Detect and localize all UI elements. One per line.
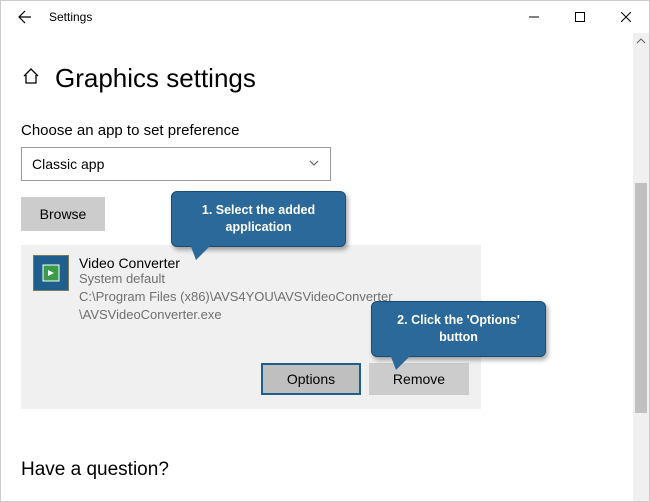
callout-tail-icon bbox=[190, 244, 212, 260]
close-icon bbox=[621, 12, 631, 22]
choose-app-label: Choose an app to set preference bbox=[21, 122, 613, 139]
have-a-question-heading: Have a question? bbox=[21, 459, 613, 481]
back-arrow-icon bbox=[17, 9, 33, 25]
scroll-up-button[interactable] bbox=[633, 33, 649, 49]
page-header: Graphics settings bbox=[21, 63, 613, 94]
app-default-text: System default bbox=[79, 271, 469, 286]
app-name: Video Converter bbox=[79, 255, 469, 271]
maximize-icon bbox=[575, 12, 585, 22]
instruction-callout-1: 1. Select the added application bbox=[171, 191, 346, 247]
chevron-down-icon bbox=[308, 156, 320, 172]
instruction-callout-2: 2. Click the 'Options' button bbox=[371, 301, 546, 357]
titlebar: Settings bbox=[1, 1, 649, 33]
maximize-button[interactable] bbox=[557, 1, 603, 33]
browse-button[interactable]: Browse bbox=[21, 197, 105, 231]
app-icon bbox=[33, 255, 69, 291]
back-button[interactable] bbox=[5, 1, 45, 33]
callout-tail-icon bbox=[390, 354, 412, 370]
minimize-icon bbox=[529, 12, 539, 22]
dropdown-value: Classic app bbox=[32, 156, 104, 172]
vertical-scrollbar[interactable] bbox=[633, 33, 649, 501]
window-controls bbox=[511, 1, 649, 33]
close-button[interactable] bbox=[603, 1, 649, 33]
options-button[interactable]: Options bbox=[261, 363, 361, 395]
app-type-dropdown[interactable]: Classic app bbox=[21, 147, 331, 181]
chevron-up-icon bbox=[633, 33, 649, 49]
window-title: Settings bbox=[49, 10, 92, 24]
remove-button[interactable]: Remove bbox=[369, 363, 469, 395]
page-title: Graphics settings bbox=[55, 63, 256, 94]
minimize-button[interactable] bbox=[511, 1, 557, 33]
content-area: Graphics settings Choose an app to set p… bbox=[1, 33, 633, 501]
home-icon bbox=[21, 66, 41, 91]
scroll-thumb[interactable] bbox=[635, 183, 647, 413]
